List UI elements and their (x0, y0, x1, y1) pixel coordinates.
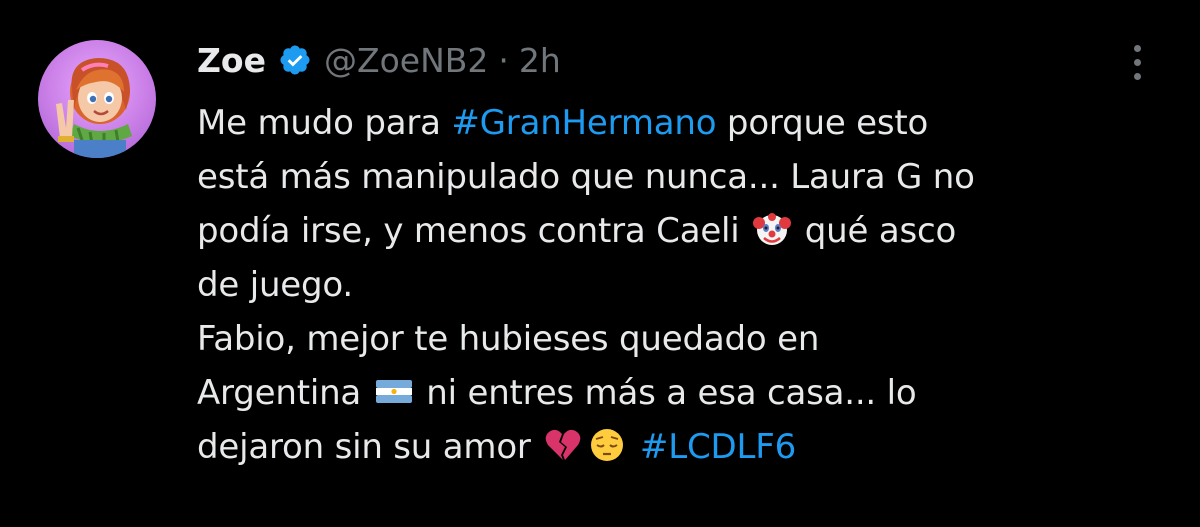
tweet-line: de juego. (197, 265, 354, 305)
tweet[interactable]: Zoe @ZoeNB2 · 2h Me mudo para #GranHerma… (0, 0, 1200, 527)
tweet-line: Me mudo para #GranHermano porque esto (197, 96, 1157, 150)
text-span: Argentina (197, 373, 372, 413)
tweet-line: dejaron sin su amor #LCDLF6 (197, 420, 1157, 474)
avatar-image (56, 58, 132, 158)
hashtag-link[interactable]: #GranHermano (451, 103, 716, 143)
pensive-face-icon (587, 425, 627, 465)
tweet-text: Me mudo para #GranHermano porque esto es… (197, 96, 1157, 474)
tweet-header: Zoe @ZoeNB2 · 2h (197, 38, 561, 82)
more-dot (1133, 72, 1141, 80)
timestamp[interactable]: 2h (519, 41, 561, 80)
display-name[interactable]: Zoe (197, 41, 266, 80)
user-handle[interactable]: @ZoeNB2 (324, 41, 488, 80)
tweet-line: Argentina ni entres más a esa casa... lo (197, 366, 1157, 420)
more-options-icon[interactable] (1124, 40, 1150, 84)
verified-badge-icon (278, 43, 312, 77)
broken-heart-icon (543, 425, 583, 465)
clown-face-icon (752, 209, 792, 249)
more-dot (1133, 58, 1141, 66)
text-span: ni entres más a esa casa... lo (415, 373, 917, 413)
text-span: podía irse, y menos contra Caeli (197, 211, 751, 251)
tweet-line: podía irse, y menos contra Caeli qué asc… (197, 204, 1157, 258)
text-span: dejaron sin su amor (197, 427, 542, 467)
argentina-flag-icon (374, 371, 414, 411)
avatar[interactable] (38, 40, 156, 158)
tweet-line: está más manipulado que nunca... Laura G… (197, 157, 975, 197)
hashtag-link[interactable]: #LCDLF6 (640, 427, 796, 467)
text-span: qué asco (794, 211, 957, 251)
separator-dot: · (498, 40, 509, 80)
more-dot (1133, 44, 1141, 52)
text-span: Me mudo para (197, 103, 452, 143)
text-span: porque esto (716, 103, 929, 143)
tweet-line: Fabio, mejor te hubieses quedado en (197, 319, 820, 359)
